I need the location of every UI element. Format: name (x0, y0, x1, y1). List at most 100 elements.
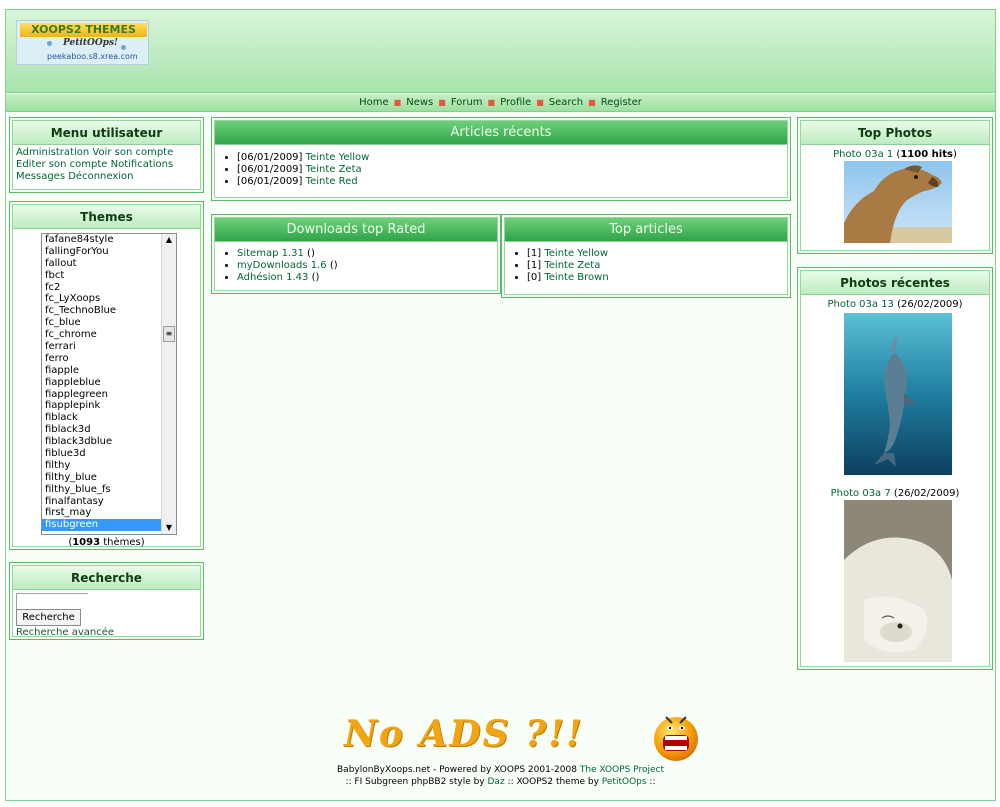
nav-news[interactable]: News (406, 97, 433, 108)
recent-articles-list: [06/01/2009] Teinte Yellow [06/01/2009] … (219, 152, 783, 188)
user-menu-notifications[interactable]: Notifications (111, 159, 174, 170)
polar-bear-photo[interactable] (844, 500, 952, 662)
top-articles-block: Top articles [1] Teinte Yellow [1] Teint… (501, 214, 791, 298)
top-photo-caption: Photo 03a 1 (1100 hits) (833, 149, 957, 160)
article-link[interactable]: Teinte Zeta (306, 164, 362, 175)
downloads-title: Downloads top Rated (215, 218, 497, 242)
footer-line-2: :: FI Subgreen phpBB2 style by Daz :: XO… (345, 777, 656, 787)
nav-home[interactable]: Home (359, 97, 389, 108)
theme-option[interactable]: fiblack (42, 412, 176, 424)
search-title: Recherche (13, 566, 200, 590)
list-item: [0] Teinte Brown (527, 272, 783, 284)
search-button[interactable]: Recherche (16, 609, 81, 626)
list-item: [1] Teinte Yellow (527, 248, 783, 260)
dolphin-photo[interactable] (844, 313, 952, 475)
theme-option[interactable]: filthy_blue (42, 472, 176, 484)
theme-option[interactable]: ferro (42, 353, 176, 365)
scroll-down-icon[interactable]: ▼ (164, 523, 174, 533)
nav-profile[interactable]: Profile (500, 97, 531, 108)
top-articles-title: Top articles (505, 218, 787, 242)
top-photos-block: Top Photos Photo 03a 1 (1100 hits) (797, 117, 993, 254)
nav-separator-icon: ■ (393, 98, 402, 107)
theme-option[interactable]: first_may (42, 507, 176, 519)
user-menu-edit-account[interactable]: Editer son compte (16, 159, 107, 170)
user-menu-links: Administration Voir son compte Editer so… (13, 145, 200, 185)
logo-subtitle: PetitOOps! (63, 38, 118, 48)
nav-separator-icon: ■ (588, 98, 596, 107)
theme-option[interactable]: fallingForYou (42, 246, 176, 258)
themes-select[interactable]: fafane84style fallingForYou fallout fbct fc2… (41, 233, 177, 535)
list-item: [1] Teinte Zeta (527, 260, 783, 272)
theme-option[interactable]: fiblue3d (42, 448, 176, 460)
user-menu-administration[interactable]: Administration (16, 147, 89, 158)
theme-option[interactable]: finalfantasy (42, 496, 176, 508)
recent-photos-title: Photos récentes (801, 271, 989, 295)
user-menu-messages[interactable]: Messages (16, 171, 65, 182)
main-nav: Home ■ News ■ Forum ■ Profile ■ Search ■ Register (6, 94, 995, 112)
site-logo[interactable]: XOOPS2 THEMES PetitOOps! peekaboo.s8.xre… (16, 20, 149, 65)
user-menu-block: Menu utilisateur Administration Voir son… (9, 117, 204, 193)
theme-option[interactable]: fiappleblue (42, 377, 176, 389)
user-menu-logout[interactable]: Déconnexion (68, 171, 133, 182)
theme-option[interactable]: fallout (42, 258, 176, 270)
themes-title: Themes (13, 205, 200, 229)
download-link[interactable]: myDownloads 1.6 (237, 260, 327, 271)
theme-option[interactable]: fc_chrome (42, 329, 176, 341)
list-item: [06/01/2009] Teinte Yellow (237, 152, 783, 164)
search-block: Recherche Recherche Recherche avancée (9, 562, 204, 640)
photo-link[interactable]: Photo 03a 7 (831, 488, 891, 499)
theme-option[interactable]: fiblack3d (42, 424, 176, 436)
page-frame: XOOPS2 THEMES PetitOOps! peekaboo.s8.xre… (5, 9, 996, 801)
theme-option[interactable]: filthy_blue_fs (42, 484, 176, 496)
article-link[interactable]: Teinte Brown (544, 272, 608, 283)
theme-option[interactable]: fafane84style (42, 234, 176, 246)
photo-link[interactable]: Photo 03a 13 (827, 299, 893, 310)
petitoops-link[interactable]: PetitOOps (602, 777, 647, 787)
theme-option[interactable]: fiapple (42, 365, 176, 377)
theme-option[interactable]: fbct (42, 270, 176, 282)
theme-option[interactable]: fc_TechnoBlue (42, 305, 176, 317)
camel-photo[interactable] (844, 161, 952, 243)
article-link[interactable]: Teinte Yellow (544, 248, 608, 259)
nav-register[interactable]: Register (601, 97, 642, 108)
top-articles-list: [1] Teinte Yellow [1] Teinte Zeta [0] Te… (509, 248, 783, 284)
themes-block: Themes fafane84style fallingForYou fallout… (9, 201, 204, 550)
article-link[interactable]: Teinte Red (306, 176, 358, 187)
nav-forum[interactable]: Forum (451, 97, 483, 108)
list-item: [06/01/2009] Teinte Zeta (237, 164, 783, 176)
theme-option[interactable]: fiapplepink (42, 400, 176, 412)
xoops-project-link[interactable]: The XOOPS Project (580, 765, 664, 775)
footer-line-1: BabylonByXoops.net - Powered by XOOPS 20… (337, 765, 664, 775)
themes-scrollbar[interactable]: ▲ ≡ ▼ (161, 234, 176, 534)
theme-option[interactable]: fiblack3dblue (42, 436, 176, 448)
logo-title: XOOPS2 THEMES (20, 23, 147, 37)
theme-option[interactable]: fiapplegreen (42, 389, 176, 401)
theme-option[interactable]: fc2 (42, 282, 176, 294)
user-menu-view-account[interactable]: Voir son compte (92, 147, 173, 158)
theme-option[interactable]: ferrari (42, 341, 176, 353)
photo-link[interactable]: Photo 03a 1 (833, 149, 893, 160)
advanced-search-link[interactable]: Recherche avancée (16, 627, 114, 638)
downloads-list: Sitemap 1.31 () myDownloads 1.6 () Adhés… (219, 248, 493, 284)
theme-option[interactable]: fc_blue (42, 317, 176, 329)
recent-articles-block: Articles récents [06/01/2009] Teinte Yel… (211, 117, 791, 201)
article-link[interactable]: Teinte Zeta (544, 260, 600, 271)
scroll-up-icon[interactable]: ▲ (164, 235, 174, 245)
nav-separator-icon: ■ (536, 98, 544, 107)
list-item: Adhésion 1.43 () (237, 272, 493, 284)
scroll-thumb[interactable]: ≡ (163, 326, 175, 342)
nav-search[interactable]: Search (549, 97, 583, 108)
top-photos-title: Top Photos (801, 121, 989, 145)
downloads-block: Downloads top Rated Sitemap 1.31 () myDo… (211, 214, 501, 294)
ad-banner[interactable]: No ADS ?!! (344, 710, 614, 762)
theme-option[interactable]: fc_LyXoops (42, 293, 176, 305)
user-menu-title: Menu utilisateur (13, 121, 200, 145)
download-link[interactable]: Sitemap 1.31 (237, 248, 304, 259)
daz-link[interactable]: Daz (488, 777, 505, 787)
list-item: [06/01/2009] Teinte Red (237, 176, 783, 188)
article-link[interactable]: Teinte Yellow (306, 152, 370, 163)
theme-option[interactable]: fisubgreen (42, 519, 176, 532)
recent-photos-block: Photos récentes Photo 03a 13 (26/02/2009… (797, 267, 993, 670)
theme-option[interactable]: filthy (42, 460, 176, 472)
download-link[interactable]: Adhésion 1.43 (237, 272, 308, 283)
